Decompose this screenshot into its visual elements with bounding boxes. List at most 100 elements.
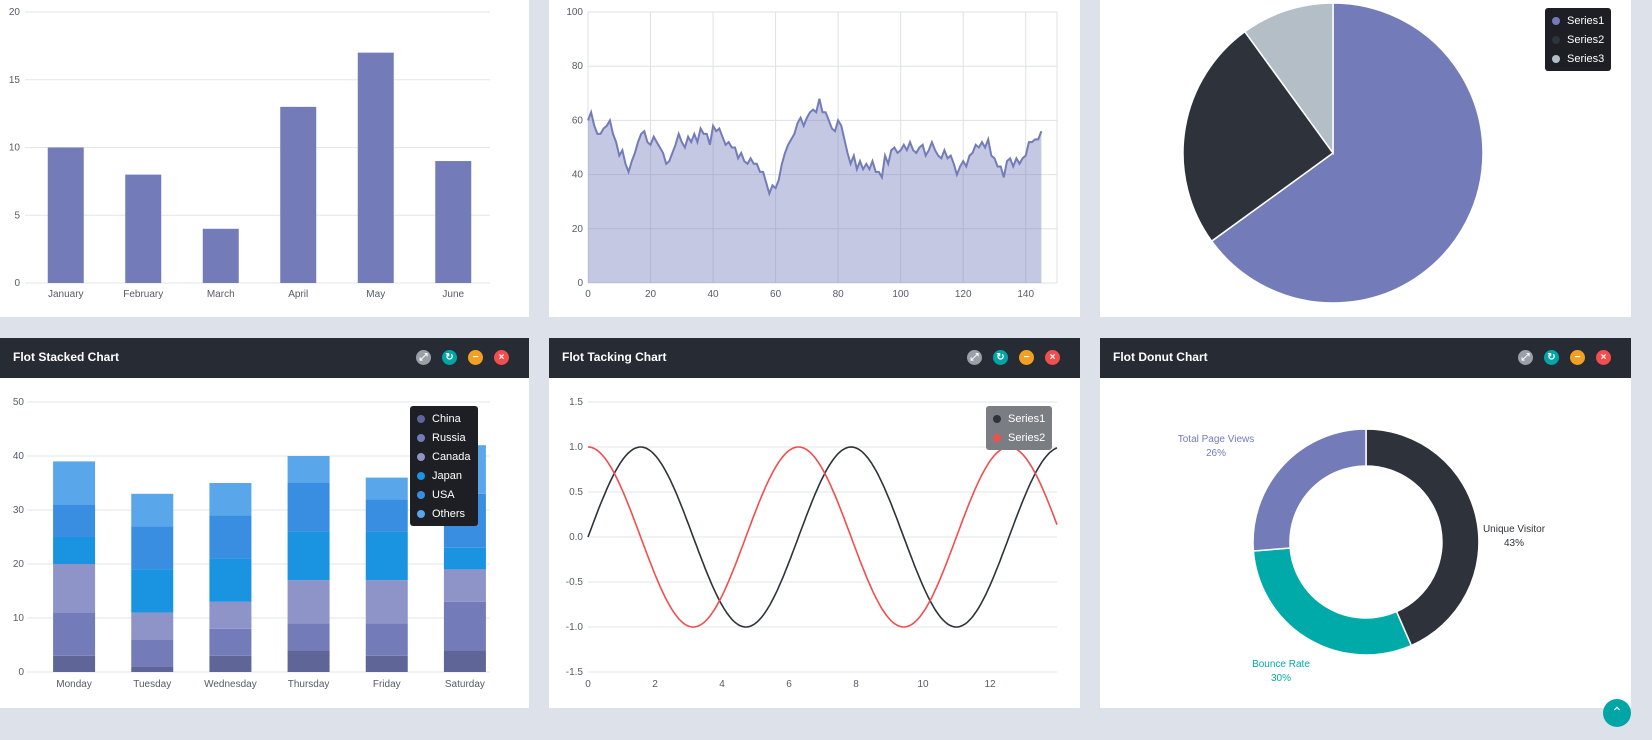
area-chart-panel: 0 20 40 60 80 100 0 20 40 60 80 100 120 140 <box>549 0 1080 317</box>
x-tick-label: 4 <box>719 679 725 690</box>
legend-item: Russia <box>417 428 471 447</box>
legend-swatch <box>417 452 425 461</box>
legend-item: Series2 <box>1552 30 1604 49</box>
stacked-bar-segment <box>209 515 252 559</box>
y-tick-label: 20 <box>9 7 21 18</box>
y-tick-label: 40 <box>13 451 25 462</box>
legend-item: USA <box>417 485 471 504</box>
stacked-bar-segment <box>53 537 96 564</box>
area-chart: 0 20 40 60 80 100 0 20 40 60 80 100 120 140 <box>566 7 1058 300</box>
stacked-bar-segment <box>53 612 96 656</box>
x-tick-label: 12 <box>984 679 996 690</box>
stacked-bar-segment <box>53 564 96 613</box>
stacked-bar-segment <box>287 650 330 672</box>
stacked-bar-segment <box>209 628 252 656</box>
pie-legend: Series1 Series2 Series3 <box>1545 8 1612 71</box>
donut-percent: 26% <box>1206 448 1226 459</box>
stacked-bar-segment <box>443 569 486 602</box>
donut-percent: 43% <box>1504 538 1524 549</box>
stacked-bar-segment <box>131 639 174 667</box>
donut-chart-panel: Flot Donut Chart ⤢ ↻ − × Unique Visitor 43% B… <box>1100 338 1631 708</box>
y-tick-label: 0.0 <box>569 532 583 543</box>
stacked-bar-segment <box>365 580 408 624</box>
stacked-bar-segment <box>53 655 96 672</box>
tracking-chart-panel: Flot Tacking Chart ⤢ ↻ − × 1.5 1.0 0.5 0.0 -0.5… <box>549 338 1080 708</box>
legend-label: China <box>432 412 461 425</box>
stacked-bar-segment <box>365 655 408 672</box>
x-tick-label: 60 <box>770 289 782 300</box>
stacked-legend: China Russia Canada Japan USA Others <box>410 406 478 526</box>
legend-swatch <box>1552 35 1560 44</box>
y-tick-label: 15 <box>9 75 21 86</box>
legend-label: Series1 <box>1567 14 1605 27</box>
y-tick-label: 0 <box>14 278 20 289</box>
x-tick-label: 140 <box>1017 289 1034 300</box>
y-tick-label: 0 <box>577 278 583 289</box>
x-tick-label: Monday <box>56 679 92 690</box>
bar <box>435 161 472 283</box>
legend-label: Japan <box>432 469 462 482</box>
donut-label: Bounce Rate <box>1252 659 1310 670</box>
bar <box>47 147 84 283</box>
stacked-bar-segment <box>287 456 330 483</box>
x-tick-label: Wednesday <box>204 679 257 690</box>
y-tick-label: 80 <box>572 61 584 72</box>
y-tick-label: -1.0 <box>566 622 584 633</box>
area-fill <box>588 98 1042 283</box>
legend-item: Series2 <box>993 428 1045 447</box>
donut-slice <box>1365 428 1480 647</box>
x-tick-label: February <box>123 289 163 300</box>
x-tick-label: 120 <box>955 289 972 300</box>
bar-chart-panel: 0 5 10 15 20 January February March April May June <box>0 0 529 317</box>
stacked-bar-segment <box>287 623 330 651</box>
x-tick-label: March <box>207 289 235 300</box>
x-tick-label: May <box>366 289 385 300</box>
y-tick-label: 1.0 <box>569 442 583 453</box>
stacked-bar-segment <box>53 461 96 505</box>
x-tick-label: 10 <box>917 679 929 690</box>
y-tick-label: 60 <box>572 115 584 126</box>
y-tick-label: 100 <box>566 7 583 18</box>
legend-label: Series2 <box>1567 33 1605 46</box>
donut-chart: Unique Visitor 43% Bounce Rate 30% Total Pag… <box>1178 428 1546 684</box>
x-tick-label: 8 <box>853 679 859 690</box>
y-tick-label: 20 <box>572 224 584 235</box>
y-tick-label: 0.5 <box>569 487 583 498</box>
x-tick-label: 0 <box>585 289 591 300</box>
tracking-line-chart: 1.5 1.0 0.5 0.0 -0.5 -1.0 -1.50 2 4 6 8 10 12 <box>566 397 1058 690</box>
legend-item: Others <box>417 504 471 523</box>
legend-swatch <box>417 414 425 423</box>
x-tick-label: Tuesday <box>133 679 171 690</box>
x-tick-label: April <box>288 289 308 300</box>
legend-swatch <box>1552 16 1560 25</box>
x-tick-label: 6 <box>786 679 792 690</box>
legend-label: Series3 <box>1567 52 1605 65</box>
y-tick-label: 10 <box>9 143 21 154</box>
x-tick-label: 0 <box>585 679 591 690</box>
x-tick-label: 80 <box>833 289 845 300</box>
legend-label: Russia <box>432 431 466 444</box>
y-tick-label: 5 <box>14 210 20 221</box>
legend-swatch <box>417 509 425 518</box>
stacked-bar-segment <box>131 666 174 672</box>
y-tick-label: 1.5 <box>569 397 583 408</box>
legend-item: China <box>417 409 471 428</box>
stacked-bar-segment <box>209 483 252 516</box>
stacked-bar-segment <box>131 612 174 640</box>
x-tick-label: 100 <box>892 289 909 300</box>
stacked-bar-segment <box>443 650 486 672</box>
legend-item: Series1 <box>993 409 1045 428</box>
stacked-bar-segment <box>131 526 174 570</box>
stacked-bar-segment <box>365 623 408 656</box>
stacked-chart-panel: Flot Stacked Chart ⤢ ↻ − × 0 10 20 30 40 50 Monda… <box>0 338 529 708</box>
pie-chart-panel: Series1 Series2 Series3 <box>1100 0 1631 317</box>
bar <box>357 52 394 284</box>
bar-chart: 0 5 10 15 20 January February March April May June <box>9 7 490 300</box>
x-tick-label: Friday <box>373 679 401 690</box>
stacked-bar-segment <box>365 477 408 500</box>
legend-swatch <box>417 433 425 442</box>
stacked-bar-segment <box>365 499 408 532</box>
legend-swatch <box>417 490 425 499</box>
scroll-to-top-button[interactable]: ⌃ <box>1603 699 1631 727</box>
legend-swatch <box>1552 54 1560 63</box>
